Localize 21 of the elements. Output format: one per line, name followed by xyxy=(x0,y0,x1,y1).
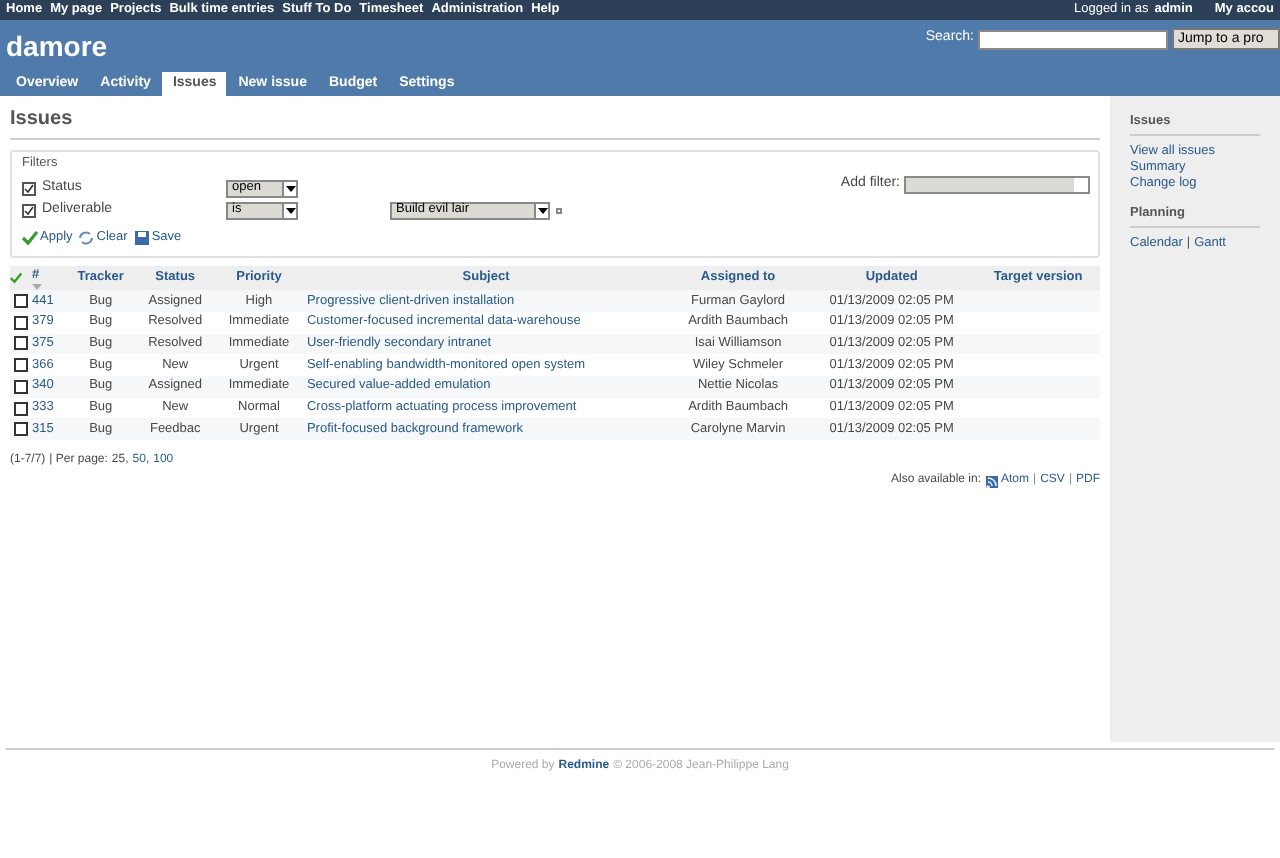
feed-icon xyxy=(985,475,998,488)
search-field[interactable] xyxy=(978,29,1168,49)
dropdown-arrow-icon xyxy=(285,185,295,192)
row-checkbox[interactable] xyxy=(14,358,28,373)
toggle-icon[interactable] xyxy=(556,207,562,214)
row-checkbox[interactable] xyxy=(14,336,28,351)
row-checkbox[interactable] xyxy=(14,294,28,309)
checkmark-icon[interactable] xyxy=(10,271,22,284)
row-checkbox[interactable] xyxy=(14,379,28,394)
row-checkbox[interactable] xyxy=(14,315,28,330)
dropdown-arrow-icon xyxy=(285,207,295,214)
row-checkbox[interactable] xyxy=(14,422,28,437)
filter-checkbox[interactable] xyxy=(22,181,36,196)
apply-checkmark-icon xyxy=(22,229,38,246)
filter-checkbox[interactable] xyxy=(22,203,36,218)
row-checkbox[interactable] xyxy=(14,401,28,416)
refresh-icon xyxy=(78,229,95,246)
page-title: Issues xyxy=(10,106,75,134)
project-title: damore xyxy=(6,28,108,66)
dropdown-arrow-icon xyxy=(537,207,547,214)
add-filter-dropdown[interactable] xyxy=(904,175,1090,194)
